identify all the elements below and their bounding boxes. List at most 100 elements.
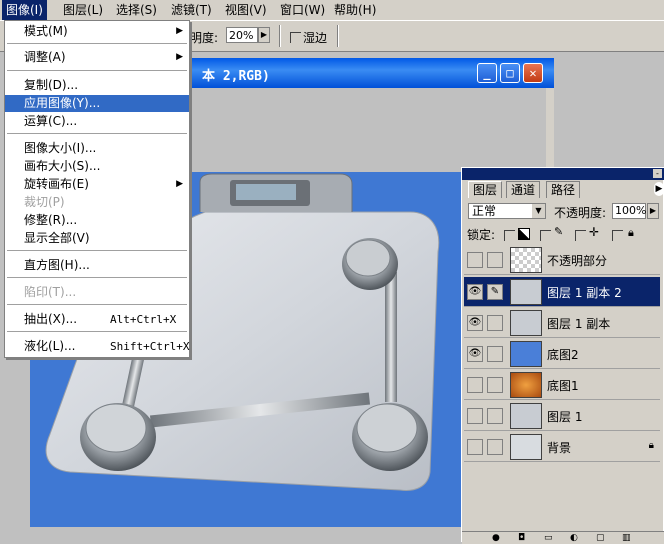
panel-minimize-icon[interactable]: - — [653, 169, 662, 178]
menu-window[interactable]: 窗口(W) — [276, 0, 329, 20]
layer-thumbnail — [510, 279, 542, 305]
menu-filter[interactable]: 滤镜(T) — [167, 0, 216, 20]
layer-row[interactable]: 底图1 — [464, 370, 660, 400]
link-toggle[interactable] — [487, 408, 503, 424]
panel-titlebar[interactable]: - — [462, 168, 664, 180]
tab-channels[interactable]: 通道 — [506, 181, 541, 198]
menu-layer[interactable]: 图层(L) — [59, 0, 107, 20]
link-toggle[interactable] — [487, 252, 503, 268]
menu-item-trap: 陷印(T)... — [24, 285, 77, 299]
layers-panel: - 图层 通道 路径 ▶ 正常 ▼ 不透明度: 100% ▶ 锁定: ✎ ✛ 🔒… — [461, 167, 664, 544]
lock-pixels-checkbox[interactable] — [540, 230, 551, 241]
wet-edges-label: 湿边 — [303, 31, 328, 45]
menu-item-adjust[interactable]: 调整(A) ▶ — [5, 49, 189, 66]
menu-item-mode[interactable]: 模式(M) ▶ — [5, 23, 189, 40]
layer-name: 底图1 — [547, 379, 579, 393]
menu-separator — [7, 250, 187, 251]
link-toggle[interactable] — [487, 439, 503, 455]
visibility-toggle[interactable] — [467, 408, 483, 424]
link-toggle[interactable] — [487, 315, 503, 331]
menu-item-calculations[interactable]: 运算(C)... — [5, 113, 189, 130]
lock-position-checkbox[interactable] — [575, 230, 586, 241]
menu-separator — [7, 70, 187, 71]
menu-item-trim[interactable]: 修整(R)... — [5, 212, 189, 229]
layer-thumbnail — [510, 310, 542, 336]
eye-icon[interactable]: 👁︎ — [467, 346, 483, 362]
opacity-arrow-icon[interactable]: ▶ — [647, 203, 659, 219]
layer-row[interactable]: 👁︎ ✎ 图层 1 副本 2 — [464, 277, 660, 307]
panel-menu-arrow-icon[interactable]: ▶ — [654, 182, 664, 196]
opacity-arrow-icon[interactable]: ▶ — [258, 27, 270, 43]
document-titlebar[interactable]: 本 2,RGB) _ □ ✕ — [188, 58, 554, 88]
layer-row[interactable]: 不透明部分 — [464, 245, 660, 275]
layer-name: 图层 1 副本 2 — [547, 286, 622, 300]
layer-thumbnail — [510, 372, 542, 398]
layer-thumbnail — [510, 341, 542, 367]
menu-separator — [7, 304, 187, 305]
layer-row[interactable]: 👁︎ 图层 1 副本 — [464, 308, 660, 338]
image-menu-dropdown: 模式(M) ▶ 调整(A) ▶ 复制(D)... 应用图像(Y)... 运算(C).… — [4, 20, 190, 358]
layer-row[interactable]: 背景 🔒︎ — [464, 432, 660, 462]
menu-separator — [7, 277, 187, 278]
submenu-arrow-icon: ▶ — [176, 179, 183, 189]
eye-icon[interactable]: 👁︎ — [467, 284, 483, 300]
menu-select[interactable]: 选择(S) — [112, 0, 161, 20]
brush-icon[interactable]: ✎ — [487, 284, 503, 300]
document-title: 本 2,RGB) — [202, 69, 270, 84]
link-toggle[interactable] — [487, 377, 503, 393]
layer-opacity-input[interactable]: 100% — [612, 203, 646, 219]
menu-separator — [7, 43, 187, 44]
menu-image[interactable]: 图像(I) — [2, 0, 47, 20]
toolbar-separator — [337, 25, 339, 47]
wet-edges-checkbox[interactable] — [290, 32, 301, 43]
layer-name: 底图2 — [547, 348, 579, 362]
menu-item-reveal-all[interactable]: 显示全部(V) — [5, 230, 189, 247]
layer-thumbnail — [510, 403, 542, 429]
layer-row[interactable]: 图层 1 — [464, 401, 660, 431]
layer-thumbnail — [510, 434, 542, 460]
minimize-icon[interactable]: _ — [477, 63, 497, 83]
visibility-toggle[interactable] — [467, 439, 483, 455]
opacity-label: 不透明度: — [554, 206, 607, 220]
menu-view[interactable]: 视图(V) — [221, 0, 271, 20]
chevron-down-icon[interactable]: ▼ — [532, 204, 545, 218]
layer-row[interactable]: 👁︎ 底图2 — [464, 339, 660, 369]
link-toggle[interactable] — [487, 346, 503, 362]
maximize-icon[interactable]: □ — [500, 63, 520, 83]
eye-icon[interactable]: 👁︎ — [467, 315, 483, 331]
panel-footer: ● ◘ ▭ ◐ ▢ ▥ — [462, 531, 664, 544]
menu-item-crop: 裁切(P) — [24, 195, 65, 209]
submenu-arrow-icon: ▶ — [176, 52, 183, 62]
move-icon: ✛ — [589, 225, 600, 239]
close-icon[interactable]: ✕ — [523, 63, 543, 83]
menu-item-duplicate[interactable]: 复制(D)... — [5, 77, 189, 94]
menu-item-canvas-size[interactable]: 画布大小(S)... — [5, 158, 189, 175]
menu-item-rotate-canvas[interactable]: 旋转画布(E) ▶ — [5, 176, 189, 193]
menu-help[interactable]: 帮助(H) — [330, 0, 380, 20]
lock-label: 锁定: — [467, 228, 496, 242]
toolbar-separator — [279, 25, 281, 47]
layer-name: 图层 1 — [547, 410, 583, 424]
menu-item-liquify[interactable]: 液化(L)... Shift+Ctrl+X — [5, 338, 189, 355]
lock-transparency-checkbox[interactable] — [504, 230, 515, 241]
menu-item-apply-image[interactable]: 应用图像(Y)... — [5, 95, 189, 112]
menu-separator — [7, 331, 187, 332]
menu-separator — [7, 133, 187, 134]
layer-name: 背景 — [547, 441, 572, 455]
layer-thumbnail — [510, 247, 542, 273]
menu-item-extract[interactable]: 抽出(X)... Alt+Ctrl+X — [5, 311, 189, 328]
lock-icon: 🔒︎ — [648, 440, 654, 451]
menu-item-histogram[interactable]: 直方图(H)... — [5, 257, 189, 274]
opacity-label: 明度: — [190, 31, 219, 45]
transparency-icon — [518, 228, 530, 240]
brush-icon: ✎ — [554, 225, 564, 238]
menu-item-image-size[interactable]: 图像大小(I)... — [5, 140, 189, 157]
menu-bar: 图像(I) 图层(L) 选择(S) 滤镜(T) 视图(V) 窗口(W) 帮助(H… — [0, 0, 664, 21]
tab-layers[interactable]: 图层 — [468, 181, 503, 198]
opacity-input[interactable]: 20% — [226, 27, 258, 43]
tab-paths[interactable]: 路径 — [546, 181, 581, 198]
lock-all-checkbox[interactable] — [612, 230, 623, 241]
visibility-toggle[interactable] — [467, 252, 483, 268]
layer-name: 不透明部分 — [547, 254, 608, 268]
visibility-toggle[interactable] — [467, 377, 483, 393]
